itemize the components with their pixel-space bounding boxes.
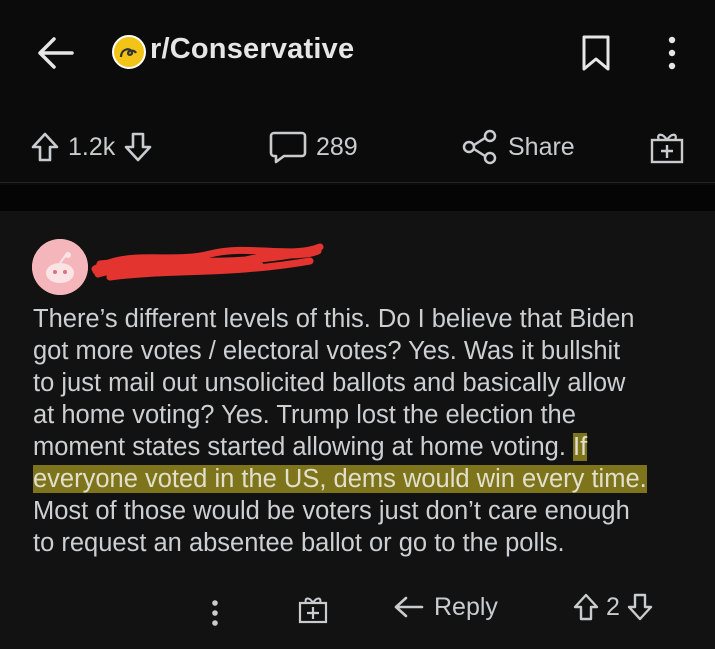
share-icon [462,129,497,165]
comment-line: moment states started allowing at home v… [33,431,703,463]
comment-line: Most of those would be voters just don’t… [33,497,630,525]
user-avatar[interactable] [32,239,88,295]
upvote-icon[interactable] [572,592,600,622]
more-vertical-icon[interactable] [662,34,682,72]
comment-score: 2 [606,592,620,621]
subreddit-avatar[interactable] [112,35,146,69]
bookmark-icon[interactable] [580,34,612,72]
downvote-icon[interactable] [123,131,153,163]
comment-line: There’s different levels of this. Do I b… [33,305,635,333]
comments-button[interactable]: 289 [268,128,366,166]
reply-icon [394,596,424,618]
comment-icon [269,131,307,164]
reply-label: Reply [434,592,498,621]
share-label: Share [508,132,575,161]
snoo-avatar-icon [32,239,88,295]
upvote-icon[interactable] [30,131,60,163]
highlighted-text: everyone voted in the US, dems would win… [33,465,647,493]
comment-card: There’s different levels of this. Do I b… [0,211,715,649]
award-icon[interactable] [297,591,329,627]
comment-action-bar: Reply 2 [0,581,715,631]
subreddit-name[interactable]: r/Conservative [150,33,354,66]
section-divider [0,185,715,211]
more-vertical-icon[interactable] [208,595,222,631]
comment-count: 289 [316,132,358,161]
comment-body: There’s different levels of this. Do I b… [33,303,703,559]
highlighted-text: If [573,433,588,461]
reply-button[interactable]: Reply [392,589,498,625]
comment-vote-group: 2 [572,589,654,625]
comment-line: everyone voted in the US, dems would win… [33,463,703,495]
post-action-bar: 1.2k 289 Share [0,112,715,183]
downvote-icon[interactable] [626,592,654,622]
comment-text-segment: moment states started allowing at home v… [33,433,566,461]
award-icon[interactable] [648,128,686,166]
comment-line: to request an absentee ballot or go to t… [33,529,565,557]
share-button[interactable]: Share [460,128,583,166]
arrow-left-icon[interactable] [34,32,76,74]
gadsden-snake-icon [119,48,137,58]
redacted-username-scribble [91,243,324,281]
upvote-count: 1.2k [68,132,116,161]
top-bar: r/Conservative [0,0,715,105]
comment-line: to just mail out unsolicited ballots and… [33,369,626,397]
vote-group: 1.2k [30,128,153,166]
comment-line: got more votes / electoral votes? Yes. W… [33,337,621,365]
comment-line: at home voting? Yes. Trump lost the elec… [33,401,576,429]
